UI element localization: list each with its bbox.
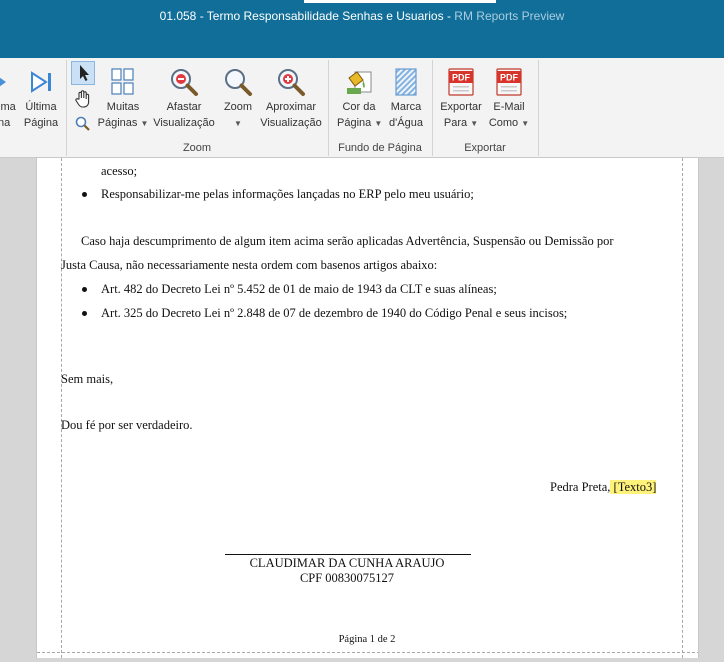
page-color-button[interactable]: Cor da Página ▼ (337, 66, 383, 130)
background-group-label: Fundo de Página (338, 142, 422, 154)
email-as-label-1: E-Mail (493, 101, 525, 113)
margin-guide-bottom (37, 652, 698, 653)
many-pages-icon (111, 68, 134, 95)
doc-paragraph-1: Caso haja descumprimento de algum item a… (81, 234, 614, 248)
last-page-button[interactable]: Última Página (22, 66, 60, 130)
page-color-label-1: Cor da (342, 101, 376, 113)
doc-place: Pedra Preta, (550, 480, 611, 494)
zoom-tool-button[interactable] (74, 115, 92, 133)
doc-place-date: Pedra Preta, [Texto3] (550, 480, 657, 495)
watermark-button[interactable]: Marca d'Água (386, 66, 426, 130)
previous-page-label-2: na (0, 117, 11, 129)
margin-guide-right (682, 158, 683, 658)
zoom-out-icon (171, 69, 198, 96)
many-pages-label-1: Muitas (106, 101, 140, 113)
previous-page-icon (0, 77, 6, 87)
ribbon-toolbar: ima na Última Página (0, 58, 724, 158)
watermark-icon (395, 68, 417, 96)
pdf-badge-text: PDF (500, 73, 519, 83)
previous-page-label-1: ima (0, 101, 16, 113)
zoom-in-icon (278, 69, 305, 96)
zoom-group-label: Zoom (182, 142, 212, 154)
chevron-down-icon: ▼ (374, 119, 383, 128)
signer-name: CLAUDIMAR DA CUNHA ARAUJO (249, 556, 445, 570)
doc-bullet-erp: Responsabilizar-me pelas informações lan… (101, 187, 474, 201)
title-bar: 01.058 - Termo Responsabilidade Senhas e… (0, 0, 724, 58)
email-as-label-2: Como (488, 117, 519, 129)
export-to-label-2: Para (443, 117, 468, 129)
paint-bucket-icon (347, 71, 372, 94)
last-page-icon (31, 71, 51, 93)
doc-bullet-art482: Art. 482 do Decreto Lei nº 5.452 de 01 d… (101, 282, 497, 296)
zoom-label: Zoom (223, 101, 253, 113)
pointer-icon (80, 65, 89, 81)
previous-page-button[interactable]: ima na (0, 66, 18, 130)
chevron-down-icon: ▼ (521, 119, 530, 128)
last-page-label-1: Última (25, 101, 57, 113)
signer-cpf: CPF 00830075127 (299, 571, 395, 585)
magnifier-small-icon (75, 116, 90, 131)
email-as-button[interactable]: PDF E-Mail Como ▼ (488, 66, 530, 130)
pointer-tool-button[interactable] (71, 61, 95, 85)
window-title: 01.058 - Termo Responsabilidade Senhas e… (159, 9, 565, 23)
app-name: RM Reports Preview (454, 9, 565, 23)
doc-dou-fe: Dou fé por ser verdadeiro. (61, 418, 193, 432)
bullet-marker (82, 192, 87, 197)
doc-sem-mais: Sem mais, (61, 372, 114, 386)
pdf-badge-text: PDF (452, 73, 471, 83)
watermark-label-2: d'Água (389, 117, 423, 129)
zoom-out-label-1: Afastar (166, 101, 202, 113)
group-separator (538, 60, 539, 156)
zoom-icon (225, 69, 252, 96)
bullet-marker (82, 311, 87, 316)
doc-paragraph-2: Justa Causa, não necessariamente nesta o… (61, 258, 438, 272)
zoom-out-label-2: Visualização (153, 117, 215, 129)
chevron-down-icon: ▼ (140, 119, 149, 128)
many-pages-label-2: Páginas (97, 117, 138, 129)
pdf-email-icon: PDF (496, 68, 522, 96)
doc-bullet-art325: Art. 325 do Decreto Lei nº 2.848 de 07 d… (101, 306, 568, 320)
export-to-button[interactable]: PDF Exportar Para ▼ (436, 66, 486, 130)
hand-icon (75, 90, 90, 108)
signature-line (225, 554, 471, 555)
export-group-label: Exportar (464, 142, 506, 154)
many-pages-button[interactable]: Muitas Páginas ▼ (97, 66, 149, 130)
document-viewport[interactable]: acesso; Responsabilizar-me pelas informa… (0, 158, 724, 662)
zoom-button[interactable]: Zoom ▼ (220, 66, 256, 130)
report-page: acesso; Responsabilizar-me pelas informa… (36, 158, 699, 658)
zoom-in-button[interactable]: Aproximar Visualização (260, 66, 322, 130)
zoom-in-label-1: Aproximar (265, 101, 317, 113)
page-color-label-2: Página (337, 117, 372, 129)
last-page-label-2: Página (23, 117, 59, 129)
zoom-in-label-2: Visualização (260, 117, 322, 129)
page-number: Página 1 de 2 (338, 634, 396, 645)
doc-line-access: acesso; (101, 164, 138, 178)
watermark-label-1: Marca (390, 101, 422, 113)
active-tab-indicator (304, 0, 496, 3)
hand-tool-button[interactable] (72, 88, 94, 110)
chevron-down-icon: ▼ (470, 119, 479, 128)
zoom-out-button[interactable]: Afastar Visualização (153, 66, 215, 130)
export-to-label-1: Exportar (440, 101, 482, 113)
document-title: 01.058 - Termo Responsabilidade Senhas e… (159, 9, 444, 23)
chevron-down-icon: ▼ (234, 119, 242, 128)
pdf-export-icon: PDF (448, 68, 474, 96)
bullet-marker (82, 287, 87, 292)
date-placeholder-field: [Texto3] (610, 480, 657, 494)
